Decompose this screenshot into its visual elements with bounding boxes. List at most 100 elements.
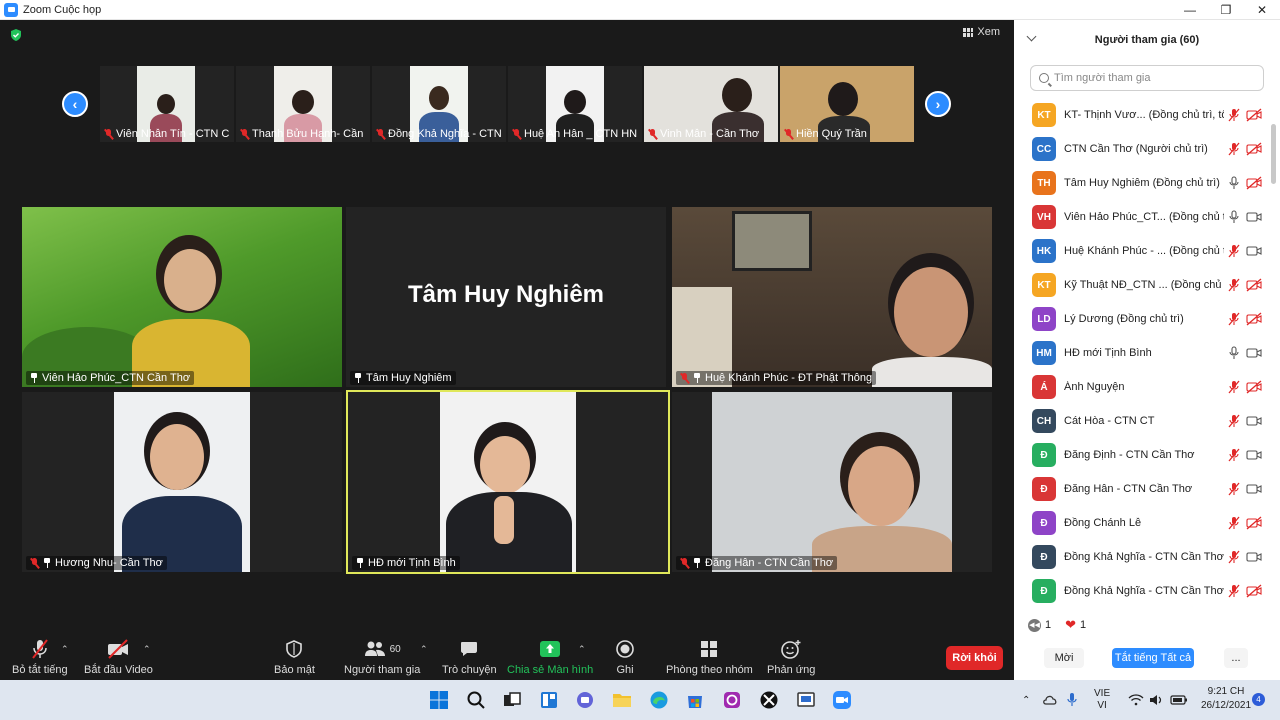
windows-start-icon[interactable] bbox=[427, 688, 451, 712]
video-icon[interactable] bbox=[1246, 210, 1262, 224]
video-off-icon[interactable] bbox=[1246, 108, 1262, 122]
video-off-icon[interactable] bbox=[1246, 176, 1262, 190]
participant-thumbnail[interactable]: Đồng Khả Nghĩa - CTN... bbox=[372, 66, 506, 142]
mic-icon[interactable] bbox=[1228, 210, 1240, 224]
participant-row[interactable]: CH Cát Hòa - CTN CT bbox=[1014, 404, 1270, 438]
tray-overflow-icon[interactable]: ⌃ bbox=[1022, 680, 1030, 720]
video-tile[interactable]: Tâm Huy Nghiêm Tâm Huy Nghiêm bbox=[346, 207, 666, 387]
participant-row[interactable]: HM HĐ mới Tịnh Bình bbox=[1014, 336, 1270, 370]
volume-icon[interactable] bbox=[1149, 680, 1165, 720]
caret-up-icon[interactable]: ⌃ bbox=[61, 644, 69, 655]
mic-muted-icon[interactable] bbox=[1228, 448, 1240, 462]
video-icon[interactable] bbox=[1246, 414, 1262, 428]
microphone-icon[interactable] bbox=[1066, 680, 1078, 720]
participant-row[interactable]: TH Tâm Huy Nghiêm (Đồng chủ trì) bbox=[1014, 166, 1270, 200]
search-icon[interactable] bbox=[464, 688, 488, 712]
whiteboard-icon[interactable] bbox=[794, 688, 818, 712]
shield-check-icon[interactable] bbox=[9, 28, 23, 42]
task-view-icon[interactable] bbox=[500, 688, 524, 712]
invite-button[interactable]: Mời bbox=[1044, 648, 1084, 668]
participant-row[interactable]: LD Lý Dương (Đồng chủ trì) bbox=[1014, 302, 1270, 336]
record-button[interactable]: Ghi bbox=[615, 638, 635, 676]
breakout-rooms-button[interactable]: Phòng theo nhóm bbox=[666, 638, 753, 676]
video-tile[interactable]: Hương Nhu- Cần Thơ bbox=[22, 392, 342, 572]
video-off-icon[interactable] bbox=[1246, 516, 1262, 530]
video-off-icon[interactable] bbox=[1246, 278, 1262, 292]
unmute-button[interactable]: Bỏ tắt tiếng bbox=[12, 638, 68, 676]
file-explorer-icon[interactable] bbox=[610, 688, 634, 712]
participants-button[interactable]: 60 Người tham gia bbox=[344, 638, 420, 676]
video-off-icon[interactable] bbox=[1246, 312, 1262, 326]
mic-muted-icon[interactable] bbox=[1228, 142, 1240, 156]
participant-row[interactable]: Đ Đăng Hân - CTN Cần Thơ bbox=[1014, 472, 1270, 506]
mic-muted-icon[interactable] bbox=[1228, 108, 1240, 122]
battery-icon[interactable] bbox=[1170, 680, 1188, 720]
security-button[interactable]: Bảo mật bbox=[274, 638, 315, 676]
caret-up-icon[interactable]: ⌃ bbox=[420, 644, 428, 655]
caret-up-icon[interactable]: ⌃ bbox=[143, 644, 151, 655]
video-off-icon[interactable] bbox=[1246, 380, 1262, 394]
microsoft-store-icon[interactable] bbox=[683, 688, 707, 712]
mute-all-button[interactable]: Tắt tiếng Tất cả bbox=[1112, 648, 1194, 668]
participant-list-scrollbar[interactable] bbox=[1271, 104, 1276, 604]
participant-row[interactable]: KT Kỹ Thuật NĐ_CTN ... (Đồng chủ trì) bbox=[1014, 268, 1270, 302]
participant-row[interactable]: VH Viên Hảo Phúc_CT... (Đồng chủ trì) bbox=[1014, 200, 1270, 234]
edge-browser-icon[interactable] bbox=[647, 688, 671, 712]
participant-row[interactable]: Đ Đồng Khả Nghĩa - CTN Cần Thơ (... bbox=[1014, 574, 1270, 608]
video-icon[interactable] bbox=[1246, 482, 1262, 496]
mic-muted-icon[interactable] bbox=[1228, 278, 1240, 292]
cloud-icon[interactable] bbox=[1042, 680, 1058, 720]
participant-row[interactable]: HK Huệ Khánh Phúc - ... (Đồng chủ trì) bbox=[1014, 234, 1270, 268]
leave-meeting-button[interactable]: Rời khỏi bbox=[946, 646, 1003, 670]
video-icon[interactable] bbox=[1246, 244, 1262, 258]
maximize-button[interactable]: ❐ bbox=[1208, 0, 1244, 20]
participant-row[interactable]: CC CTN Cần Thơ (Người chủ trì) bbox=[1014, 132, 1270, 166]
participant-thumbnail[interactable]: Huệ An Hân _ CTN HN bbox=[508, 66, 642, 142]
mic-icon[interactable] bbox=[1228, 346, 1240, 360]
participant-row[interactable]: Á Ánh Nguyện bbox=[1014, 370, 1270, 404]
participant-search-input[interactable] bbox=[1054, 72, 1254, 84]
video-tile[interactable]: Huệ Khánh Phúc - ĐT Phật Thông bbox=[672, 207, 992, 387]
chevron-down-icon[interactable] bbox=[1026, 31, 1037, 42]
video-icon[interactable] bbox=[1246, 448, 1262, 462]
mic-muted-icon[interactable] bbox=[1228, 516, 1240, 530]
caret-up-icon[interactable]: ⌃ bbox=[578, 644, 586, 655]
participant-row[interactable]: Đ Đồng Chánh Lễ bbox=[1014, 506, 1270, 540]
reactions-button[interactable]: Phản ứng bbox=[767, 638, 815, 676]
mic-muted-icon[interactable] bbox=[1228, 414, 1240, 428]
mic-muted-icon[interactable] bbox=[1228, 584, 1240, 598]
video-tile[interactable]: Đăng Hân - CTN Cần Thơ bbox=[672, 392, 992, 572]
participant-thumbnail[interactable]: Thanh Bửu Hạnh- Cần ... bbox=[236, 66, 370, 142]
next-page-arrow-icon[interactable]: › bbox=[925, 91, 951, 117]
minimize-button[interactable]: — bbox=[1172, 0, 1208, 20]
widgets-icon[interactable] bbox=[537, 688, 561, 712]
video-tile-active-speaker[interactable]: HĐ mới Tịnh Bình bbox=[346, 390, 670, 574]
participant-row[interactable]: Đ Đăng Định - CTN Cần Thơ bbox=[1014, 438, 1270, 472]
mic-muted-icon[interactable] bbox=[1228, 380, 1240, 394]
mic-icon[interactable] bbox=[1228, 176, 1240, 190]
prev-page-arrow-icon[interactable]: ‹ bbox=[62, 91, 88, 117]
video-icon[interactable] bbox=[1246, 550, 1262, 564]
more-options-button[interactable]: ... bbox=[1224, 648, 1248, 668]
mic-muted-icon[interactable] bbox=[1228, 244, 1240, 258]
notification-badge[interactable]: 4 bbox=[1252, 693, 1265, 706]
participant-thumbnail[interactable]: Viên Nhẫn Tín - CTN C... bbox=[100, 66, 234, 142]
wifi-icon[interactable] bbox=[1128, 680, 1144, 720]
video-tile[interactable]: Viên Hảo Phúc_CTN Cần Thơ bbox=[22, 207, 342, 387]
close-button[interactable]: ✕ bbox=[1244, 0, 1280, 20]
participant-thumbnail[interactable]: Vinh Mẫn - Cần Thơ bbox=[644, 66, 778, 142]
zoom-taskbar-icon[interactable] bbox=[830, 688, 854, 712]
app-icon[interactable] bbox=[720, 688, 744, 712]
mic-muted-icon[interactable] bbox=[1228, 312, 1240, 326]
chat-button[interactable]: Trò chuyện bbox=[442, 638, 497, 676]
system-clock[interactable]: 9:21 CH 26/12/2021 bbox=[1200, 685, 1252, 713]
input-language[interactable]: VIE VI bbox=[1094, 680, 1110, 720]
xbox-icon[interactable] bbox=[757, 688, 781, 712]
participant-thumbnail[interactable]: Hiền Quý Trần bbox=[780, 66, 914, 142]
video-off-icon[interactable] bbox=[1246, 142, 1262, 156]
mic-muted-icon[interactable] bbox=[1228, 482, 1240, 496]
view-button[interactable]: Xem bbox=[963, 26, 1000, 38]
teams-chat-icon[interactable] bbox=[573, 688, 597, 712]
participant-row[interactable]: Đ Đồng Khả Nghĩa - CTN Cần Thơ bbox=[1014, 540, 1270, 574]
video-off-icon[interactable] bbox=[1246, 584, 1262, 598]
